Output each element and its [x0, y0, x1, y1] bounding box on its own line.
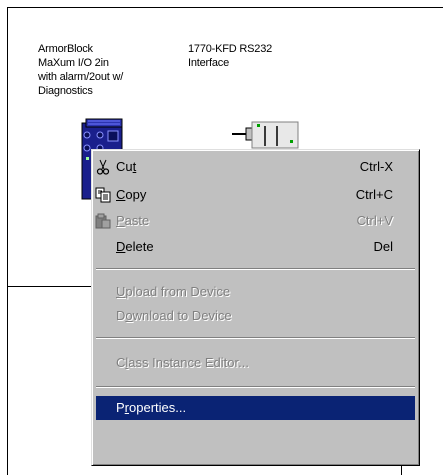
- canvas-border-top: [7, 7, 443, 8]
- paste-icon: [95, 213, 111, 229]
- menu-item-cut[interactable]: Cut Ctrl-X: [96, 154, 415, 180]
- menu-item-delete[interactable]: Delete Del: [96, 234, 415, 260]
- cut-icon: [96, 159, 110, 175]
- menu-item-copy[interactable]: Copy Ctrl+C: [95, 182, 415, 208]
- menu-item-download-to-device[interactable]: Download to Device: [96, 303, 415, 329]
- menu-item-properties[interactable]: Properties...: [96, 396, 415, 420]
- menu-item-paste[interactable]: Paste Ctrl+V: [95, 208, 415, 234]
- copy-icon: [95, 187, 111, 203]
- context-menu: Cut Ctrl-X Copy Ctrl+C Paste Ctrl+V Dele…: [91, 149, 420, 466]
- menu-separator: [96, 268, 415, 270]
- menu-separator: [96, 337, 415, 339]
- device-label-1770-kfd: 1770-KFD RS232 Interface: [188, 43, 273, 69]
- network-line: [7, 286, 99, 287]
- shortcut-copy: Ctrl+C: [355, 187, 393, 202]
- shortcut-delete: Del: [373, 239, 393, 254]
- shortcut-cut: Ctrl-X: [359, 159, 393, 174]
- shortcut-paste: Ctrl+V: [356, 213, 393, 228]
- menu-separator: [96, 386, 415, 388]
- menu-item-class-instance-editor[interactable]: Class Instance Editor...: [96, 350, 415, 376]
- device-label-armorblock: ArmorBlock MaXum I/O 2in with alarm/2out…: [38, 43, 124, 97]
- canvas-border-left: [7, 7, 8, 475]
- kfd-interface-device-icon[interactable]: [230, 120, 300, 152]
- menu-item-upload-from-device[interactable]: Upload from Device: [96, 279, 415, 305]
